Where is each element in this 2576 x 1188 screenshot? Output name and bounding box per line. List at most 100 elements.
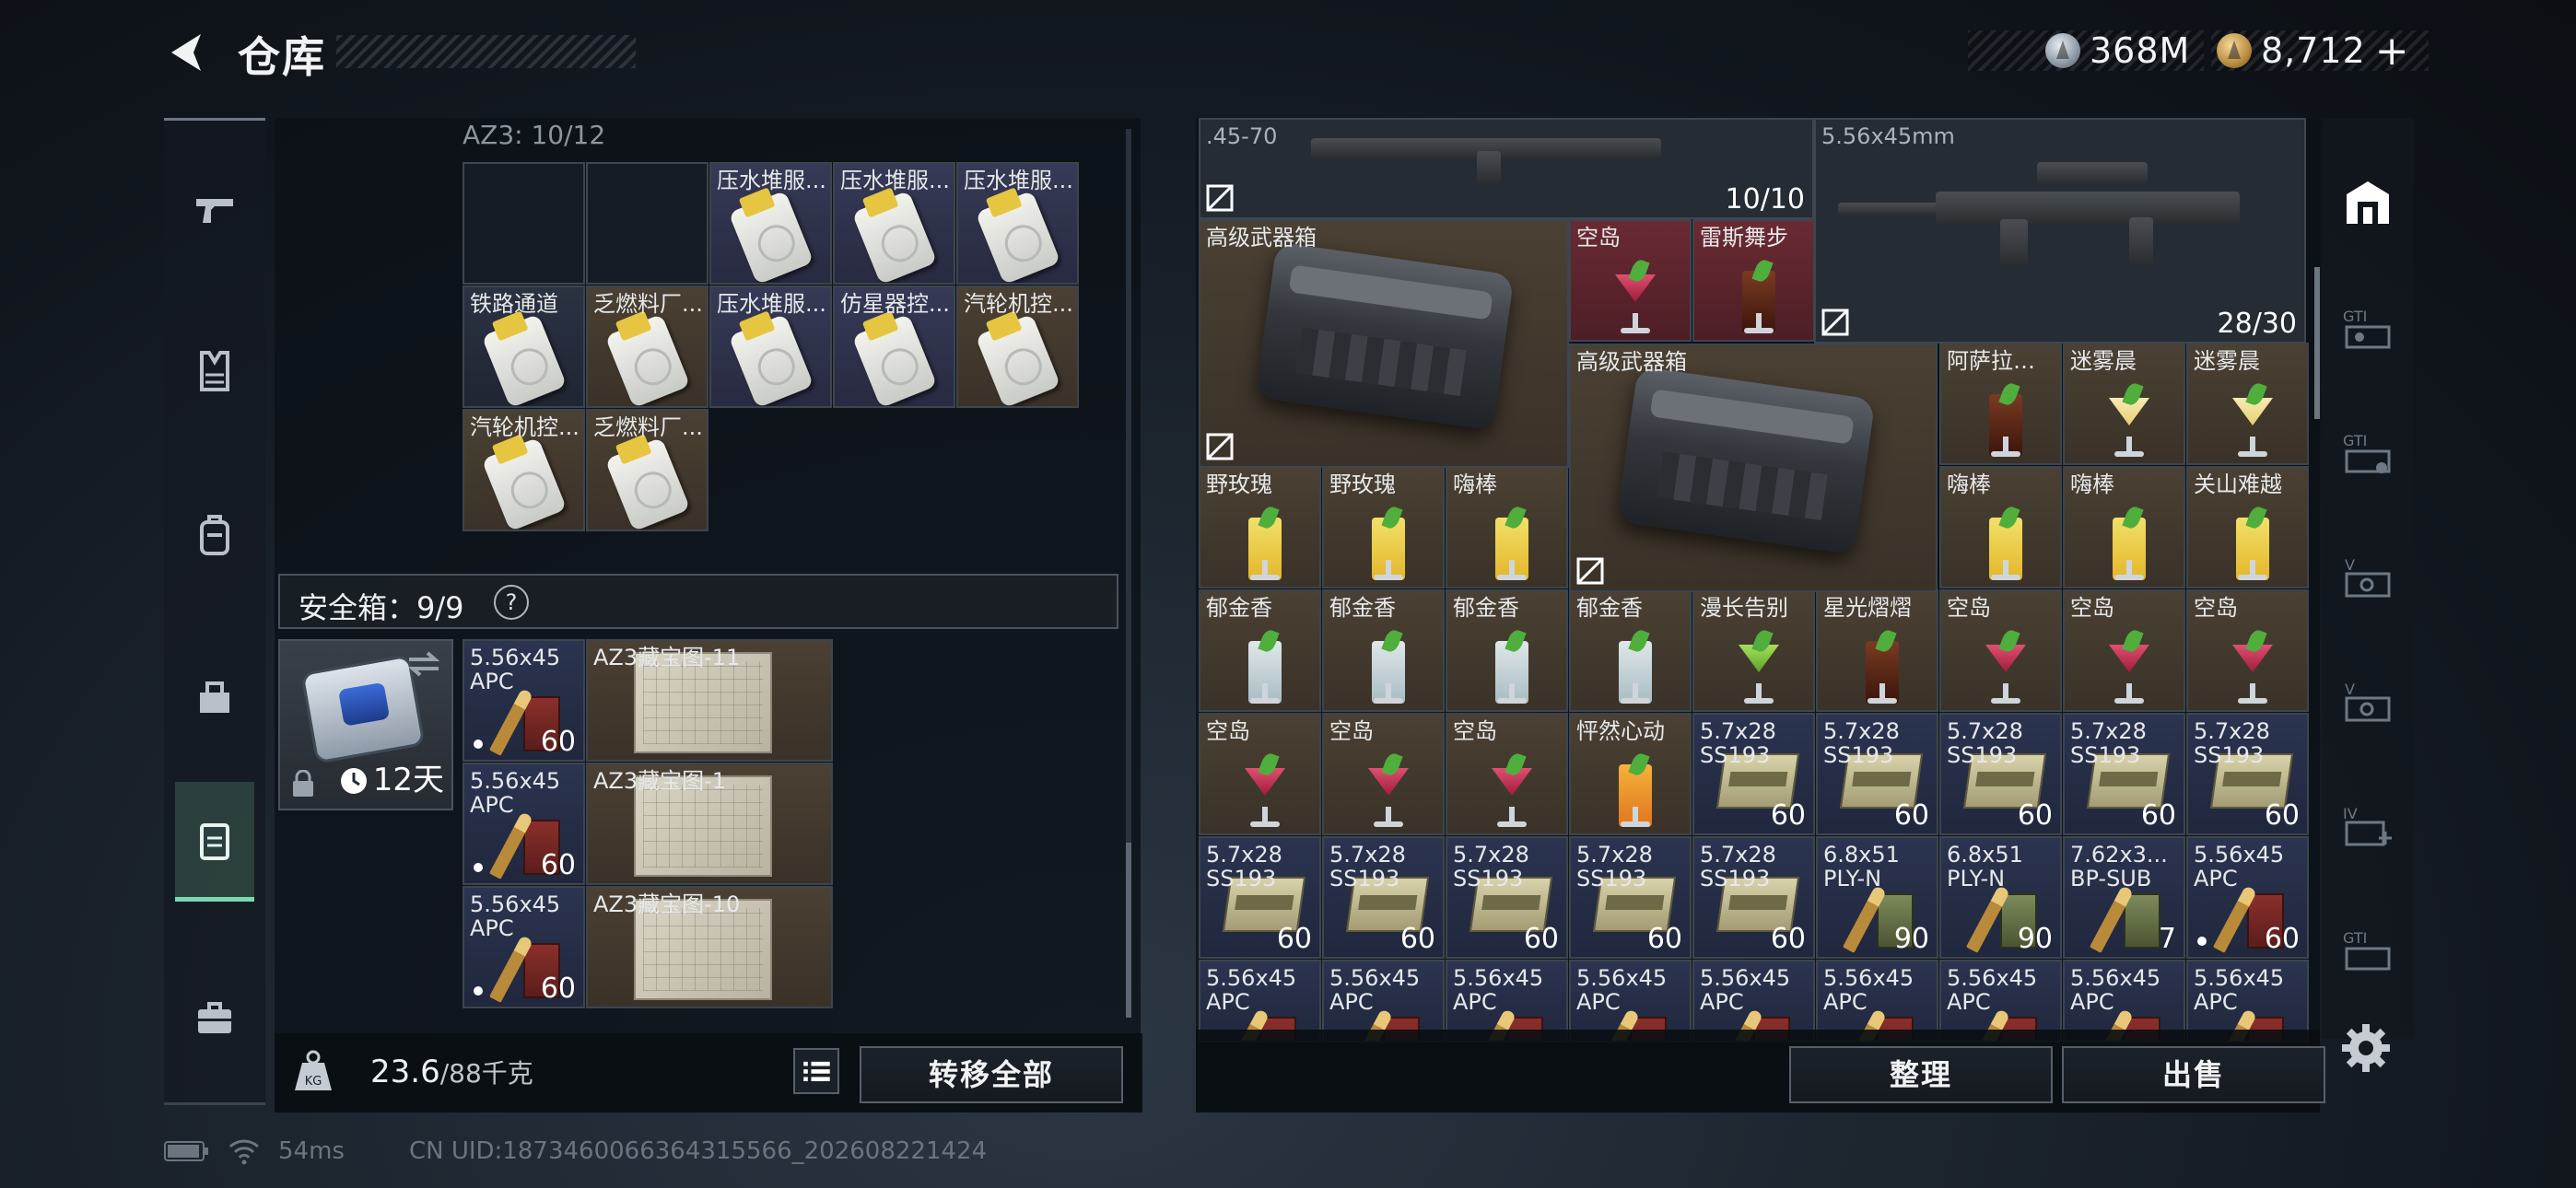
gold-currency[interactable]: 8,712 +	[2211, 28, 2429, 75]
drink-item[interactable]: 嗨棒	[1446, 466, 1568, 588]
key-card[interactable]: 乏燃料厂...	[586, 285, 708, 408]
drink-item[interactable]: 野玫瑰	[1199, 466, 1321, 588]
cocktail-base	[1374, 698, 1403, 704]
drink-item[interactable]: 迷雾晨	[2063, 343, 2185, 465]
ammo-item[interactable]: 5.7x28 SS193 60	[1816, 713, 1938, 835]
ammo-item[interactable]: 6.8x51 PLY-N 90	[1939, 836, 2062, 959]
left-scrollbar-thumb[interactable]	[1126, 843, 1131, 1018]
nav-weapons[interactable]	[164, 150, 265, 270]
ammo-item[interactable]: 5.7x28 SS193 60	[2063, 713, 2185, 835]
item-name: 5.7x28	[1329, 842, 1406, 868]
backpack-icon	[200, 515, 229, 555]
item-count: 60	[2264, 923, 2300, 955]
transfer-all-button[interactable]: 转移全部	[860, 1046, 1123, 1103]
drink-item[interactable]: 郁金香	[1322, 589, 1445, 712]
ammo-item[interactable]: 6.8x51 PLY-N 90	[1816, 836, 1938, 959]
safebox-days: 12天	[372, 762, 444, 798]
swap-icon[interactable]	[405, 650, 442, 678]
item-count: 90	[2017, 923, 2053, 955]
ammo-item[interactable]: 5.56x45 APC 60	[463, 639, 585, 762]
add-currency-button[interactable]: +	[2375, 28, 2410, 75]
drink-item[interactable]: 空岛	[1569, 219, 1692, 342]
drink-item[interactable]: 郁金香	[1446, 589, 1568, 712]
drink-item[interactable]: 漫长告别	[1692, 589, 1815, 712]
drink-item[interactable]: 怦然心动	[1569, 713, 1692, 835]
treasure-map-item[interactable]: AZ3藏宝图-1	[586, 763, 833, 885]
key-card[interactable]: 压水堆服...	[709, 162, 832, 285]
drink-item[interactable]: 空岛	[1322, 713, 1445, 835]
ammo-item[interactable]: 5.56x45 APC 60	[463, 886, 585, 1008]
weapon-box-2[interactable]: 高级武器箱	[1569, 344, 1938, 592]
ammo-item[interactable]: 5.7x28 SS193 60	[1322, 836, 1445, 959]
ammo-item[interactable]: 5.7x28 SS193 60	[1692, 836, 1815, 959]
nav-pouch[interactable]	[164, 636, 265, 756]
key-card[interactable]: 汽轮机控...	[463, 409, 585, 531]
nav-toolbox[interactable]	[164, 959, 265, 1078]
tab-gti-2[interactable]: GTI	[2322, 399, 2414, 509]
gold-amount: 8,712	[2261, 30, 2366, 71]
ammo-item[interactable]: 7.62x3... BP-SUB 7	[2063, 836, 2185, 959]
weapon-box-1[interactable]: 高级武器箱	[1199, 219, 1569, 468]
tab-v-1[interactable]: V	[2322, 523, 2414, 634]
drink-item[interactable]: 雷斯舞步	[1692, 219, 1815, 342]
unsearched-mark-icon	[1206, 433, 1234, 460]
key-card[interactable]: 压水堆服...	[709, 285, 832, 408]
drink-item[interactable]: 空岛	[1199, 713, 1321, 835]
key-card[interactable]: 铁路通道	[463, 285, 585, 408]
key-card[interactable]: 仿星器控...	[833, 285, 955, 408]
tab-gti-1[interactable]: GTI	[2322, 274, 2414, 385]
tab-warehouse-main[interactable]	[2322, 147, 2414, 258]
drink-item[interactable]: 郁金香	[1199, 589, 1321, 712]
drink-item[interactable]: 郁金香	[1569, 589, 1692, 712]
item-name: 郁金香	[1453, 595, 1519, 621]
ammo-item[interactable]: 5.7x28 SS193 60	[1446, 836, 1568, 959]
treasure-map-item[interactable]: AZ3藏宝图-10	[586, 886, 833, 1008]
treasure-map-item[interactable]: AZ3藏宝图-11	[586, 639, 833, 762]
drink-item[interactable]: 关山难越	[2186, 466, 2309, 588]
drink-item[interactable]: 空岛	[2063, 589, 2185, 712]
ammo-item[interactable]: 5.56x45 APC 60	[2186, 836, 2309, 959]
item-name: 高级武器箱	[1206, 225, 1317, 250]
tab-v-2[interactable]: V	[2322, 647, 2414, 758]
drink-item[interactable]: 迷雾晨	[2186, 343, 2309, 465]
drink-item[interactable]: 嗨棒	[2063, 466, 2185, 588]
key-card[interactable]: 压水堆服...	[956, 162, 1079, 285]
sort-button[interactable]: 整理	[1789, 1046, 2053, 1103]
ammo-item[interactable]: 5.7x28 SS193 60	[1569, 836, 1692, 959]
key-card[interactable]: 汽轮机控...	[956, 285, 1079, 408]
ammo-item[interactable]: 5.7x28 SS193 60	[1939, 713, 2062, 835]
tab-iv[interactable]: IV	[2322, 772, 2414, 882]
weapon-item-556[interactable]: 5.56x45mm 28/30	[1814, 118, 2306, 344]
drink-item[interactable]: 阿萨拉风情	[1939, 343, 2062, 465]
right-scrollbar-thumb[interactable]	[2314, 267, 2320, 419]
nav-armor[interactable]	[164, 311, 265, 431]
drink-item[interactable]: 嗨棒	[1939, 466, 2062, 588]
tab-gti-3[interactable]: GTI	[2322, 896, 2414, 1007]
list-view-icon[interactable]	[793, 1048, 839, 1094]
left-scrollbar[interactable]	[1126, 129, 1131, 1018]
safebox-case[interactable]: 12天	[278, 639, 453, 810]
settings-gear-icon[interactable]	[2340, 1022, 2392, 1074]
key-card[interactable]: 乏燃料厂...	[586, 409, 708, 531]
cocktail-base	[1744, 328, 1774, 333]
ammo-item[interactable]: 5.7x28 SS193 60	[2186, 713, 2309, 835]
key-card[interactable]: 压水堆服...	[833, 162, 955, 285]
drink-item[interactable]: 空岛	[1939, 589, 2062, 712]
nav-backpack[interactable]	[164, 475, 265, 595]
ammo-item[interactable]: 5.7x28 SS193 60	[1199, 836, 1321, 959]
weapon-item-4570[interactable]: .45-70 10/10	[1199, 118, 1814, 219]
drink-item[interactable]: 空岛	[2186, 589, 2309, 712]
back-arrow-icon[interactable]	[164, 29, 210, 76]
ammo-type: APC	[470, 669, 514, 694]
silver-currency[interactable]: 368M	[1968, 30, 2204, 71]
drink-item[interactable]: 野玫瑰	[1322, 466, 1445, 588]
drink-item[interactable]: 星光熠熠	[1816, 589, 1938, 712]
rifle-grip-image	[2129, 217, 2153, 265]
sell-button[interactable]: 出售	[2062, 1046, 2325, 1103]
nav-safebox[interactable]	[175, 782, 254, 902]
safebox-help-button[interactable]: ?	[494, 585, 529, 620]
ammo-item[interactable]: 5.56x45 APC 60	[463, 763, 585, 885]
ammo-item[interactable]: 5.7x28 SS193 60	[1692, 713, 1815, 835]
drink-item[interactable]: 空岛	[1446, 713, 1568, 835]
item-name: 高级武器箱	[1576, 349, 1687, 375]
